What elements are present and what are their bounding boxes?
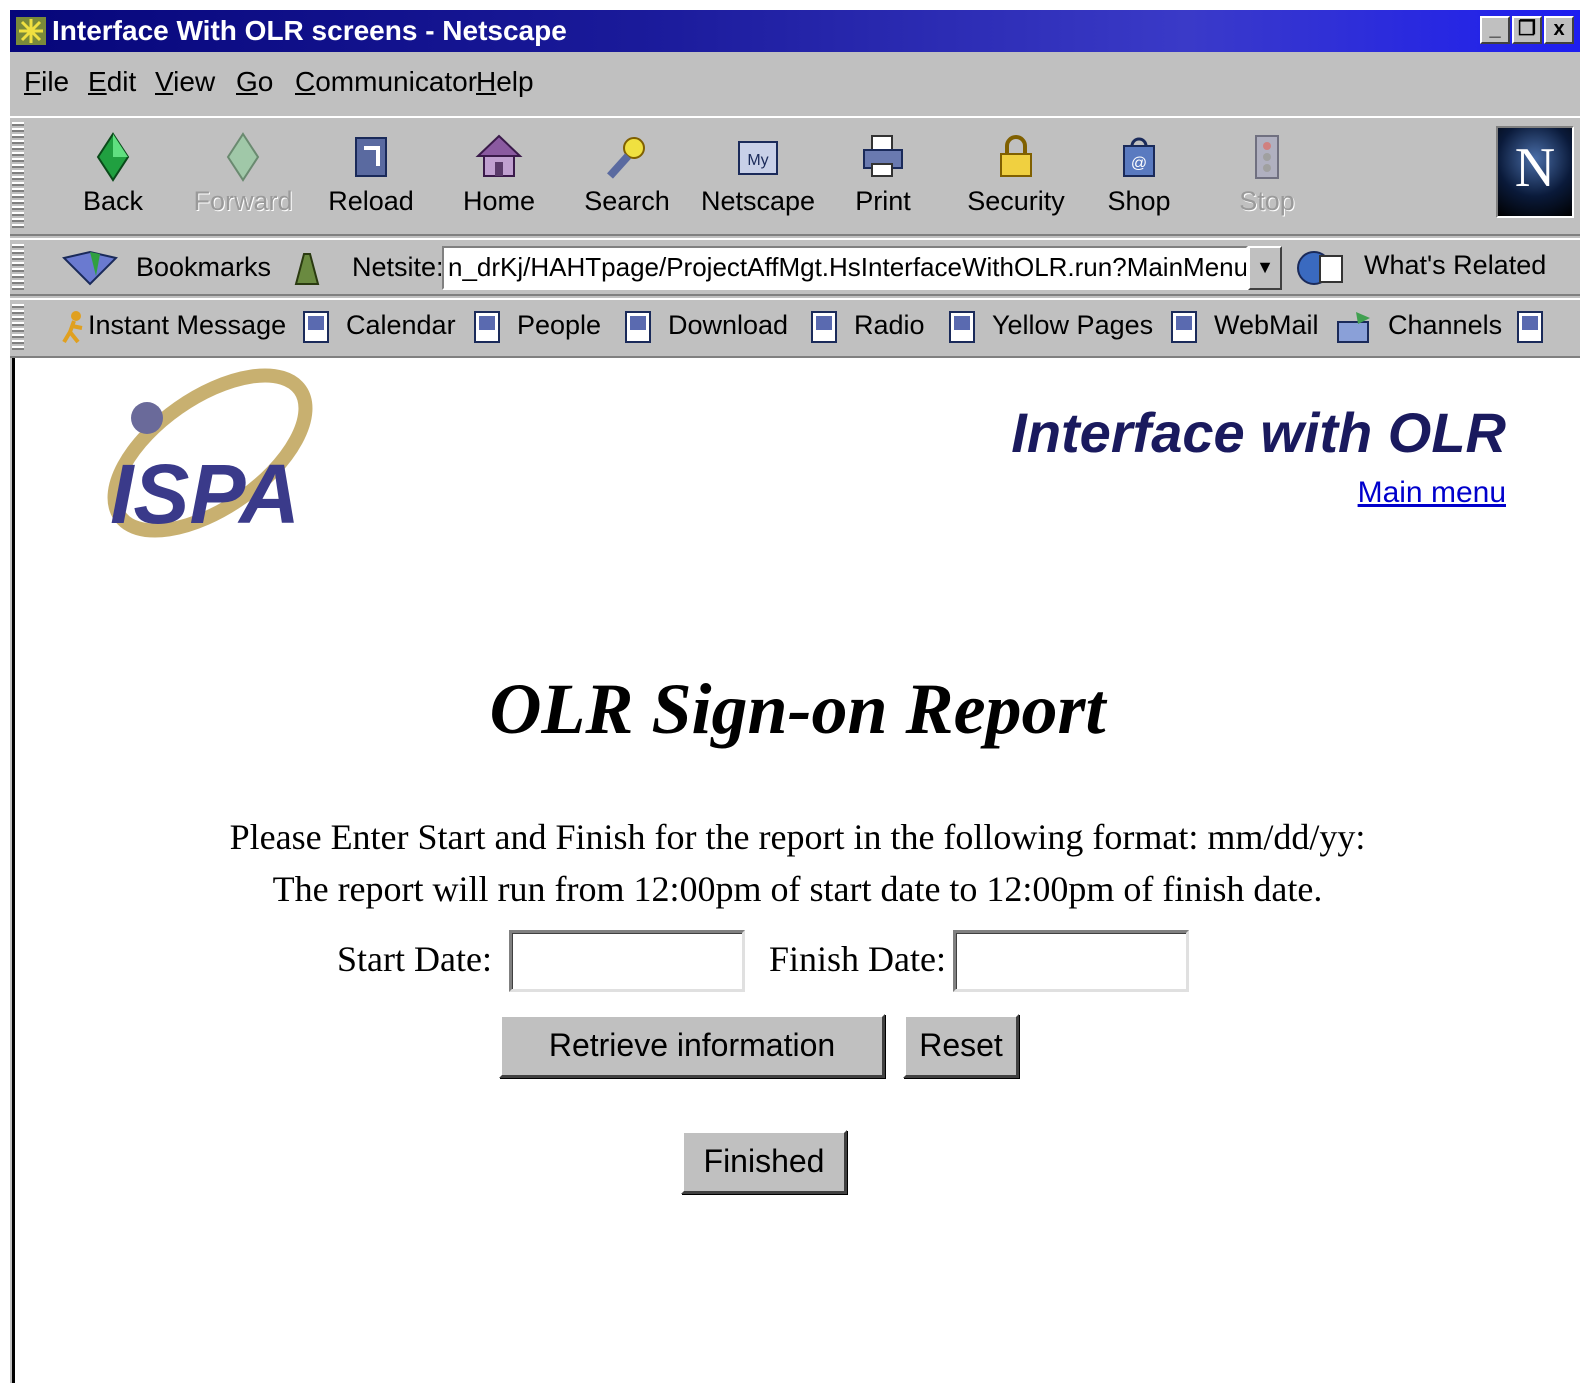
my-netscape-button[interactable]: My Netscape — [698, 126, 818, 226]
back-button[interactable]: Back — [58, 126, 168, 226]
more-bookmark[interactable] — [1516, 310, 1560, 344]
ispa-logo-text: ISPA — [110, 447, 300, 541]
finished-button[interactable]: Finished — [681, 1130, 847, 1194]
lock-icon — [1000, 135, 1032, 177]
search-button[interactable]: Search — [572, 126, 682, 226]
svg-text:@: @ — [1131, 155, 1147, 172]
bookmarks-button[interactable]: Bookmarks — [136, 252, 271, 283]
bookmark-page-icon — [949, 311, 975, 343]
finish-date-input[interactable] — [953, 930, 1189, 992]
instruction-line-1: Please Enter Start and Finish for the re… — [229, 817, 1366, 857]
channels-icon — [1337, 312, 1370, 343]
personal-toolbar: Instant Message Calendar People Download… — [10, 298, 1580, 358]
back-arrow-icon — [96, 132, 130, 182]
menu-communicator[interactable]: Communicator — [295, 66, 477, 98]
browser-window: Interface With OLR screens - Netscape _ … — [10, 10, 1580, 1383]
search-icon — [607, 137, 645, 179]
finish-date-label: Finish Date: — [769, 939, 946, 979]
print-button[interactable]: Print — [828, 126, 938, 226]
report-title: OLR Sign-on Report — [489, 669, 1106, 749]
url-dropdown-button[interactable]: ▼ — [1248, 246, 1282, 290]
bookmark-page-icon — [1517, 311, 1543, 343]
ispa-logo: ISPA — [107, 368, 313, 541]
netscape-logo[interactable]: N — [1496, 126, 1574, 218]
chevron-down-icon: ▼ — [1256, 257, 1274, 277]
retrieve-information-button[interactable]: Retrieve information — [499, 1014, 885, 1078]
bookmark-page-icon — [474, 311, 500, 343]
my-netscape-icon: My — [738, 141, 778, 175]
instruction-line-2: The report will run from 12:00pm of star… — [272, 869, 1323, 909]
webmail-bookmark[interactable]: WebMail — [1170, 310, 1319, 344]
url-input[interactable]: n_drKj/HAHTpage/ProjectAffMgt.HsInterfac… — [442, 246, 1248, 290]
menu-file[interactable]: File — [24, 66, 69, 98]
menu-help[interactable]: Help — [476, 66, 534, 98]
main-menu-link[interactable]: Main menu — [1358, 476, 1506, 510]
reload-icon — [355, 137, 387, 177]
svg-text:My: My — [747, 152, 768, 169]
bookmark-page-icon — [811, 311, 837, 343]
page-content: ISPA Interface with OLR Main menu OLR Si… — [12, 358, 1580, 1383]
menu-bar: File Edit View Go Communicator Help — [10, 54, 1580, 110]
calendar-bookmark[interactable]: Calendar — [302, 310, 456, 344]
forward-arrow-icon — [226, 132, 260, 182]
channels-bookmark[interactable]: Channels — [1336, 310, 1502, 344]
maximize-button[interactable]: ❐ — [1512, 16, 1542, 44]
netsite-label: Netsite: — [352, 252, 444, 282]
toolbar-grip[interactable] — [12, 122, 24, 230]
security-button[interactable]: Security — [956, 126, 1076, 226]
menu-view[interactable]: View — [155, 66, 215, 98]
people-bookmark[interactable]: People — [473, 310, 601, 344]
start-date-label: Start Date: — [337, 939, 492, 979]
home-icon — [475, 134, 523, 177]
page-heading: Interface with OLR — [1011, 401, 1506, 464]
forward-button[interactable]: Forward — [188, 126, 298, 226]
navigation-toolbar: Back Forward Reload Home Search My Netsc… — [10, 116, 1580, 236]
person-running-icon — [62, 311, 83, 344]
window-controls: _ ❐ x — [1480, 16, 1574, 44]
yellow-pages-bookmark[interactable]: Yellow Pages — [948, 310, 1153, 344]
start-date-input[interactable] — [509, 930, 745, 992]
close-button[interactable]: x — [1544, 16, 1574, 44]
location-toolbar: Bookmarks Netsite: n_drKj/HAHTpage/Proje… — [10, 238, 1580, 296]
bookmark-page-icon — [303, 311, 329, 343]
download-bookmark[interactable]: Download — [624, 310, 788, 344]
menu-edit[interactable]: Edit — [88, 66, 136, 98]
menu-go[interactable]: Go — [236, 66, 273, 98]
window-title: Interface With OLR screens - Netscape — [52, 15, 567, 46]
bookmark-page-icon — [1171, 311, 1197, 343]
reset-button[interactable]: Reset — [903, 1014, 1019, 1078]
instant-message-button[interactable]: Instant Message — [60, 310, 286, 344]
location-grip[interactable] — [12, 244, 24, 290]
personal-grip[interactable] — [12, 304, 24, 352]
printer-icon — [863, 135, 903, 177]
radio-bookmark[interactable]: Radio — [810, 310, 925, 344]
whats-related-icon — [1297, 251, 1343, 285]
stop-button[interactable]: Stop — [1212, 126, 1322, 226]
stop-icon — [1255, 135, 1279, 179]
bookmark-page-icon — [625, 311, 651, 343]
whats-related-button[interactable]: What's Related — [1364, 250, 1546, 281]
home-button[interactable]: Home — [444, 126, 554, 226]
page-proxy-icon[interactable] — [290, 250, 324, 288]
netscape-app-icon — [16, 17, 46, 45]
minimize-button[interactable]: _ — [1480, 16, 1510, 44]
bookmarks-icon — [62, 250, 118, 286]
shopping-bag-icon: @ — [1123, 137, 1155, 177]
shop-button[interactable]: @ Shop — [1084, 126, 1194, 226]
reload-button[interactable]: Reload — [316, 126, 426, 226]
title-bar[interactable]: Interface With OLR screens - Netscape _ … — [10, 10, 1580, 52]
